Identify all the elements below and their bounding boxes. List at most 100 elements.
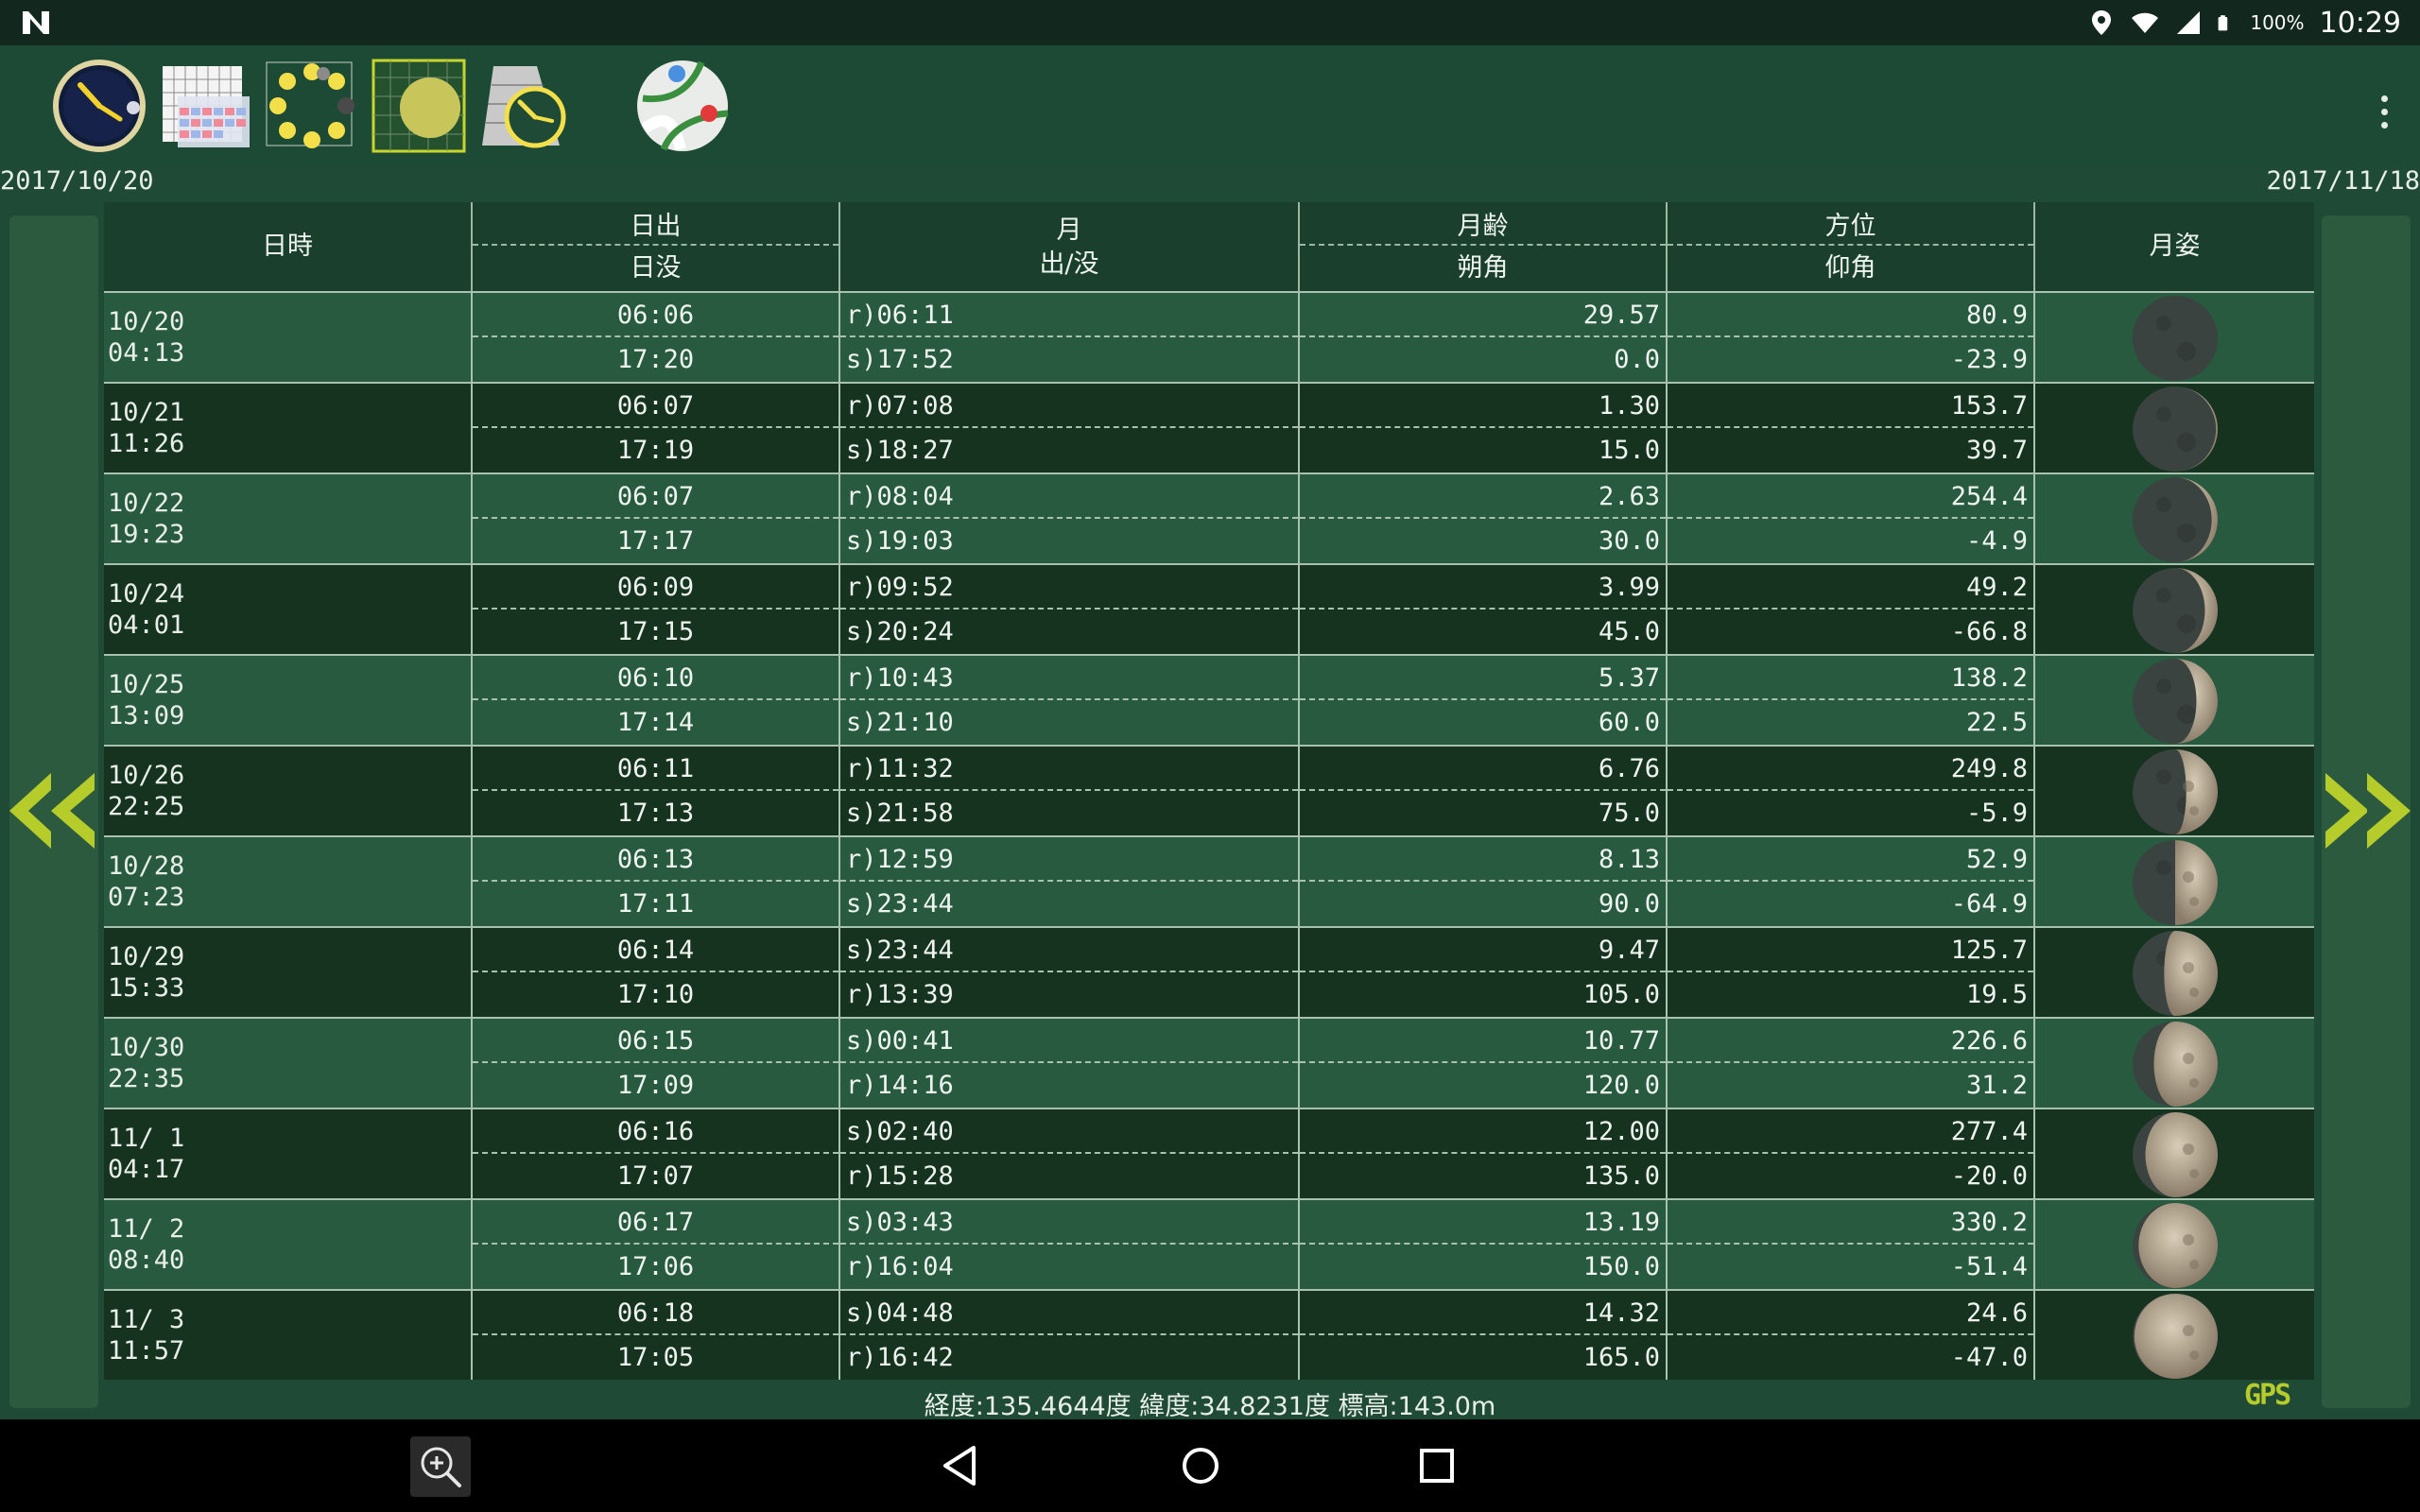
clock-mode-icon[interactable] <box>52 59 147 153</box>
row-time: 22:25 <box>108 792 185 821</box>
row-sunrise: 06:15 <box>473 1019 838 1063</box>
row-phase-angle: 15.0 <box>1598 436 1660 465</box>
row-sun: 06:07 17:17 <box>473 474 840 563</box>
row-moon-shape <box>2035 1291 2314 1380</box>
row-moon-event-2: r)13:39 <box>846 980 954 1009</box>
header-elevation: 仰角 <box>1824 253 1876 283</box>
row-age: 13.19 150.0 <box>1300 1200 1668 1289</box>
row-datetime: 11/ 3 11:57 <box>104 1291 473 1380</box>
table-row[interactable]: 11/ 3 11:57 06:18 17:05 s)04:48 r)16:42 14.32 1… <box>104 1289 2314 1380</box>
row-moon-event-2: s)20:24 <box>846 617 954 646</box>
next-page-button[interactable] <box>2322 215 2411 1408</box>
row-moon-times: r)07:08 s)18:27 <box>840 384 1300 472</box>
back-icon[interactable] <box>938 1442 985 1489</box>
row-time: 08:40 <box>108 1246 185 1275</box>
home-icon[interactable] <box>1177 1442 1224 1489</box>
row-date: 11/ 1 <box>108 1124 185 1153</box>
system-nav-bar <box>0 1419 2420 1512</box>
row-sunrise: 06:10 <box>473 656 838 700</box>
row-moon-event-1: r)09:52 <box>840 565 1298 610</box>
row-elevation: -20.0 <box>1950 1161 2028 1191</box>
row-age: 8.13 90.0 <box>1300 837 1668 926</box>
signal-icon <box>2177 11 2201 34</box>
row-sun: 06:06 17:20 <box>473 293 840 382</box>
row-date: 10/25 <box>108 670 185 699</box>
table-row[interactable]: 10/29 15:33 06:14 17:10 s)23:44 r)13:39 9.47 10… <box>104 926 2314 1017</box>
double-chevron-left-icon <box>9 773 95 849</box>
row-sunrise: 06:13 <box>473 837 838 882</box>
row-time: 11:26 <box>108 429 185 458</box>
row-age: 29.57 0.0 <box>1300 293 1668 382</box>
table-row[interactable]: 10/26 22:25 06:11 17:13 r)11:32 s)21:58 6.76 75… <box>104 745 2314 835</box>
row-moon-shape <box>2035 384 2314 472</box>
wifi-icon <box>2132 12 2159 33</box>
row-age: 14.32 165.0 <box>1300 1291 1668 1380</box>
row-elevation: 31.2 <box>1965 1071 2028 1100</box>
row-age: 6.76 75.0 <box>1300 747 1668 835</box>
row-moon-event-1: s)23:44 <box>840 928 1298 972</box>
row-moon-event-1: r)08:04 <box>840 474 1298 519</box>
row-elevation: 19.5 <box>1965 980 2028 1009</box>
moon-phase-icon <box>2133 1112 2218 1197</box>
app-toolbar <box>0 45 2420 168</box>
row-position: 49.2 -66.8 <box>1668 565 2035 654</box>
row-datetime: 10/28 07:23 <box>104 837 473 926</box>
row-moon-age: 2.63 <box>1300 474 1666 519</box>
status-time: 10:29 <box>2319 6 2401 40</box>
row-datetime: 10/24 04:01 <box>104 565 473 654</box>
header-position: 方位 仰角 <box>1668 202 2035 291</box>
previous-page-button[interactable] <box>9 215 98 1408</box>
phase-angle-icon[interactable] <box>372 59 466 153</box>
table-row[interactable]: 10/25 13:09 06:10 17:14 r)10:43 s)21:10 5.37 60… <box>104 654 2314 745</box>
row-sunrise: 06:07 <box>473 474 838 519</box>
range-end-date: 2017/11/18 <box>2266 166 2420 196</box>
overflow-menu-button[interactable] <box>2365 83 2403 140</box>
row-elevation: 22.5 <box>1965 708 2028 737</box>
moon-phase-icon <box>2133 931 2218 1016</box>
table-row[interactable]: 11/ 1 04:17 06:16 17:07 s)02:40 r)15:28 12.00 1… <box>104 1108 2314 1198</box>
row-azimuth: 125.7 <box>1668 928 2033 972</box>
row-moon-event-1: s)03:43 <box>840 1200 1298 1245</box>
table-row[interactable]: 10/30 22:35 06:15 17:09 s)00:41 r)14:16 10.77 1… <box>104 1017 2314 1108</box>
row-sun: 06:07 17:19 <box>473 384 840 472</box>
row-sun: 06:14 17:10 <box>473 928 840 1017</box>
zoom-button[interactable] <box>410 1436 471 1497</box>
gps-badge[interactable]: GPS <box>2244 1379 2291 1412</box>
row-age: 12.00 135.0 <box>1300 1109 1668 1198</box>
header-sun: 日出 日没 <box>473 202 840 291</box>
row-sunset: 17:07 <box>616 1161 695 1191</box>
row-position: 52.9 -64.9 <box>1668 837 2035 926</box>
table-row[interactable]: 11/ 2 08:40 06:17 17:06 s)03:43 r)16:04 13.19 1… <box>104 1198 2314 1289</box>
row-sunset: 17:09 <box>616 1071 695 1100</box>
row-moon-event-1: s)02:40 <box>840 1109 1298 1154</box>
moon-phase-icon <box>2133 296 2218 381</box>
status-bar: 100% 10:29 <box>0 0 2420 45</box>
row-position: 80.9 -23.9 <box>1668 293 2035 382</box>
row-time: 19:23 <box>108 520 185 549</box>
table-row[interactable]: 10/20 04:13 06:06 17:20 r)06:11 s)17:52 29.57 0… <box>104 291 2314 382</box>
row-sunset: 17:13 <box>616 799 695 828</box>
moon-age-icon[interactable] <box>265 59 359 153</box>
moonrise-clock-icon[interactable] <box>478 59 573 153</box>
row-date: 10/20 <box>108 307 185 336</box>
map-icon[interactable] <box>635 59 730 153</box>
calendar-icon[interactable] <box>159 59 253 153</box>
row-azimuth: 24.6 <box>1668 1291 2033 1335</box>
row-sunset: 17:15 <box>616 617 695 646</box>
header-sunset: 日没 <box>630 253 682 283</box>
row-age: 2.63 30.0 <box>1300 474 1668 563</box>
moon-phase-icon <box>2133 1294 2218 1379</box>
row-time: 04:01 <box>108 610 185 640</box>
table-row[interactable]: 10/22 19:23 06:07 17:17 r)08:04 s)19:03 2.63 30… <box>104 472 2314 563</box>
table-row[interactable]: 10/21 11:26 06:07 17:19 r)07:08 s)18:27 1.30 15… <box>104 382 2314 472</box>
row-age: 9.47 105.0 <box>1300 928 1668 1017</box>
table-row[interactable]: 10/24 04:01 06:09 17:15 r)09:52 s)20:24 3.99 45… <box>104 563 2314 654</box>
row-time: 07:23 <box>108 883 185 912</box>
row-elevation: -23.9 <box>1950 345 2028 374</box>
row-time: 04:17 <box>108 1155 185 1184</box>
table-row[interactable]: 10/28 07:23 06:13 17:11 r)12:59 s)23:44 8.13 90… <box>104 835 2314 926</box>
row-moon-times: r)12:59 s)23:44 <box>840 837 1300 926</box>
recents-icon[interactable] <box>1413 1442 1461 1489</box>
row-datetime: 10/22 19:23 <box>104 474 473 563</box>
row-phase-angle: 75.0 <box>1598 799 1660 828</box>
